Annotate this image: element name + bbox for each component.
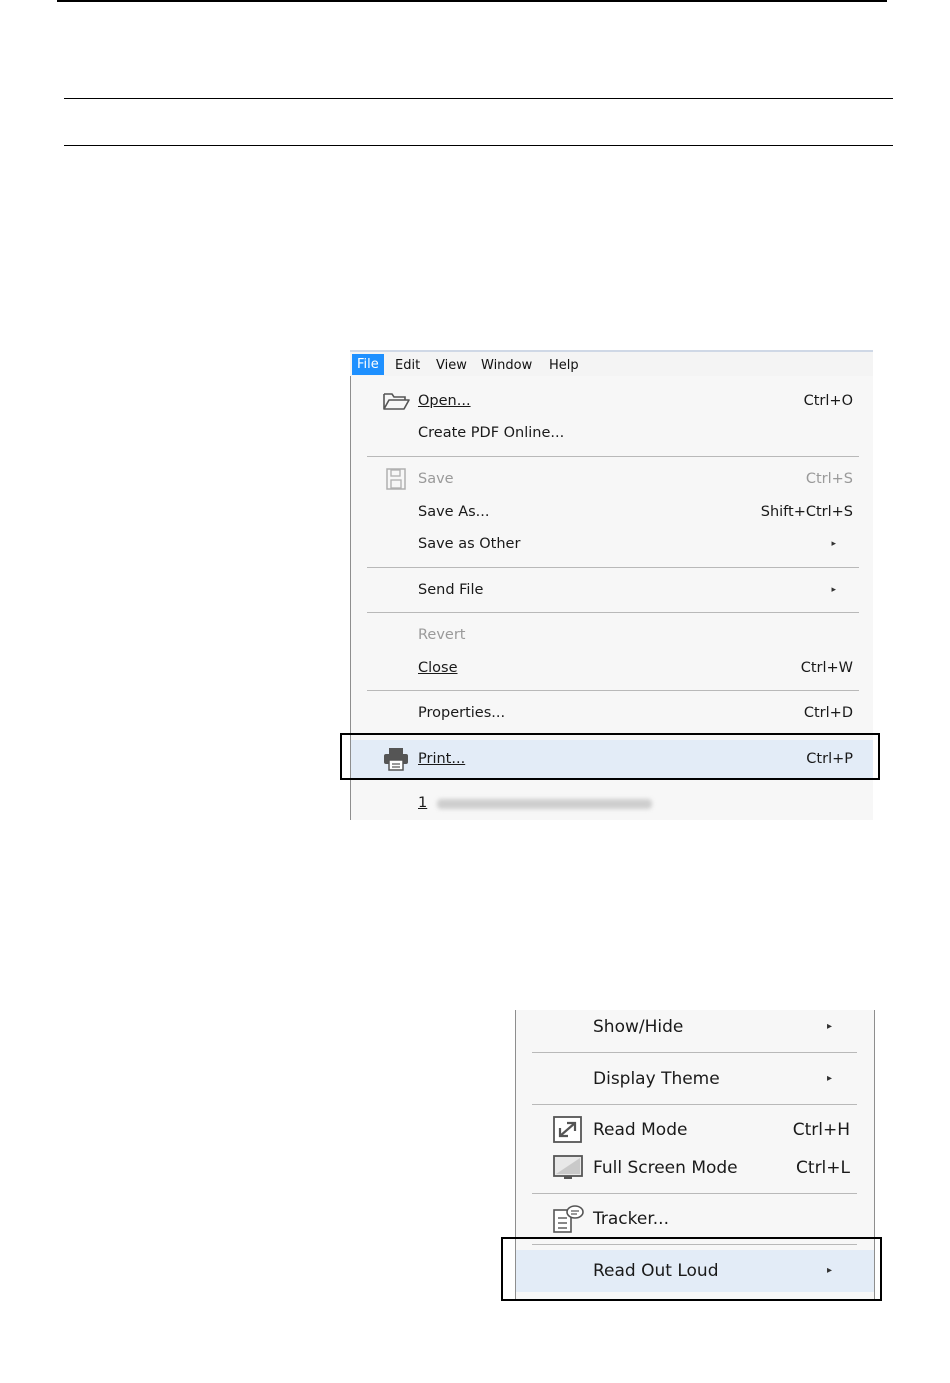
menu-bar: File Edit View Window Help	[350, 350, 873, 376]
open-label: Open...	[418, 393, 471, 409]
menu-view[interactable]: View	[431, 356, 472, 375]
submenu-arrow-icon: ▸	[826, 1073, 832, 1084]
menu-item-open[interactable]: Open... Ctrl+O	[351, 386, 873, 416]
save-shortcut: Ctrl+S	[805, 471, 853, 487]
menu-separator	[367, 612, 859, 613]
menu-separator	[367, 690, 859, 691]
save-as-other-label: Save as Other	[418, 536, 521, 552]
top-rule	[57, 0, 887, 2]
submenu-arrow-icon: ▸	[831, 585, 836, 595]
save-as-shortcut: Shift+Ctrl+S	[760, 504, 853, 520]
submenu-arrow-icon: ▸	[831, 539, 836, 549]
folder-open-icon	[381, 389, 411, 413]
menu-separator	[532, 1052, 857, 1053]
menu-item-create-pdf-online[interactable]: Create PDF Online...	[351, 418, 873, 448]
submenu-arrow-icon: ▸	[826, 1021, 832, 1032]
save-icon	[381, 467, 411, 491]
tracker-label: Tracker...	[593, 1209, 669, 1229]
menu-file[interactable]: File	[352, 354, 384, 375]
menu-item-display-theme[interactable]: Display Theme ▸	[516, 1060, 874, 1098]
menu-item-show-hide[interactable]: Show/Hide ▸	[516, 1010, 874, 1046]
full-screen-label: Full Screen Mode	[593, 1158, 738, 1178]
menu-item-close[interactable]: Close Ctrl+W	[351, 653, 873, 683]
menu-separator	[532, 1193, 857, 1194]
recent-file-number: 1	[418, 795, 428, 811]
revert-label: Revert	[418, 627, 466, 643]
menu-help[interactable]: Help	[544, 356, 584, 375]
menu-item-properties[interactable]: Properties... Ctrl+D	[351, 698, 873, 728]
save-as-label: Save As...	[418, 504, 490, 520]
send-file-label: Send File	[418, 582, 484, 598]
menu-item-save-as[interactable]: Save As... Shift+Ctrl+S	[351, 497, 873, 527]
show-hide-label: Show/Hide	[593, 1017, 684, 1037]
create-pdf-label: Create PDF Online...	[418, 425, 565, 441]
properties-label: Properties...	[418, 705, 506, 721]
menu-item-recent-file[interactable]: 1	[351, 788, 873, 818]
menu-item-read-mode[interactable]: Read Mode Ctrl+H	[516, 1111, 874, 1149]
read-mode-shortcut: Ctrl+H	[792, 1120, 850, 1140]
read-mode-label: Read Mode	[593, 1120, 688, 1140]
menu-item-send-file[interactable]: Send File ▸	[351, 575, 873, 605]
print-callout-box	[340, 733, 880, 780]
save-label: Save	[418, 471, 454, 487]
menu-separator	[367, 567, 859, 568]
read-out-loud-callout-box	[501, 1237, 882, 1301]
close-label: Close	[418, 660, 458, 676]
menu-item-full-screen-mode[interactable]: Full Screen Mode Ctrl+L	[516, 1149, 874, 1187]
header-rule-upper	[64, 98, 893, 99]
full-screen-shortcut: Ctrl+L	[796, 1158, 850, 1178]
recent-file-path-blurred	[437, 799, 652, 809]
menu-separator	[367, 456, 859, 457]
monitor-icon	[552, 1153, 584, 1183]
menu-separator	[532, 1104, 857, 1105]
menu-window[interactable]: Window	[476, 356, 537, 375]
menu-item-tracker[interactable]: Tracker...	[516, 1200, 874, 1238]
menu-item-revert[interactable]: Revert	[351, 620, 873, 650]
close-shortcut: Ctrl+W	[800, 660, 853, 676]
header-rule-lower	[64, 145, 893, 146]
menu-edit[interactable]: Edit	[390, 356, 425, 375]
read-mode-icon	[552, 1115, 584, 1145]
display-theme-label: Display Theme	[593, 1069, 720, 1089]
menu-item-save[interactable]: Save Ctrl+S	[351, 464, 873, 494]
menu-item-save-as-other[interactable]: Save as Other ▸	[351, 529, 873, 559]
open-shortcut: Ctrl+O	[803, 393, 853, 409]
properties-shortcut: Ctrl+D	[803, 705, 853, 721]
tracker-icon	[552, 1204, 584, 1234]
